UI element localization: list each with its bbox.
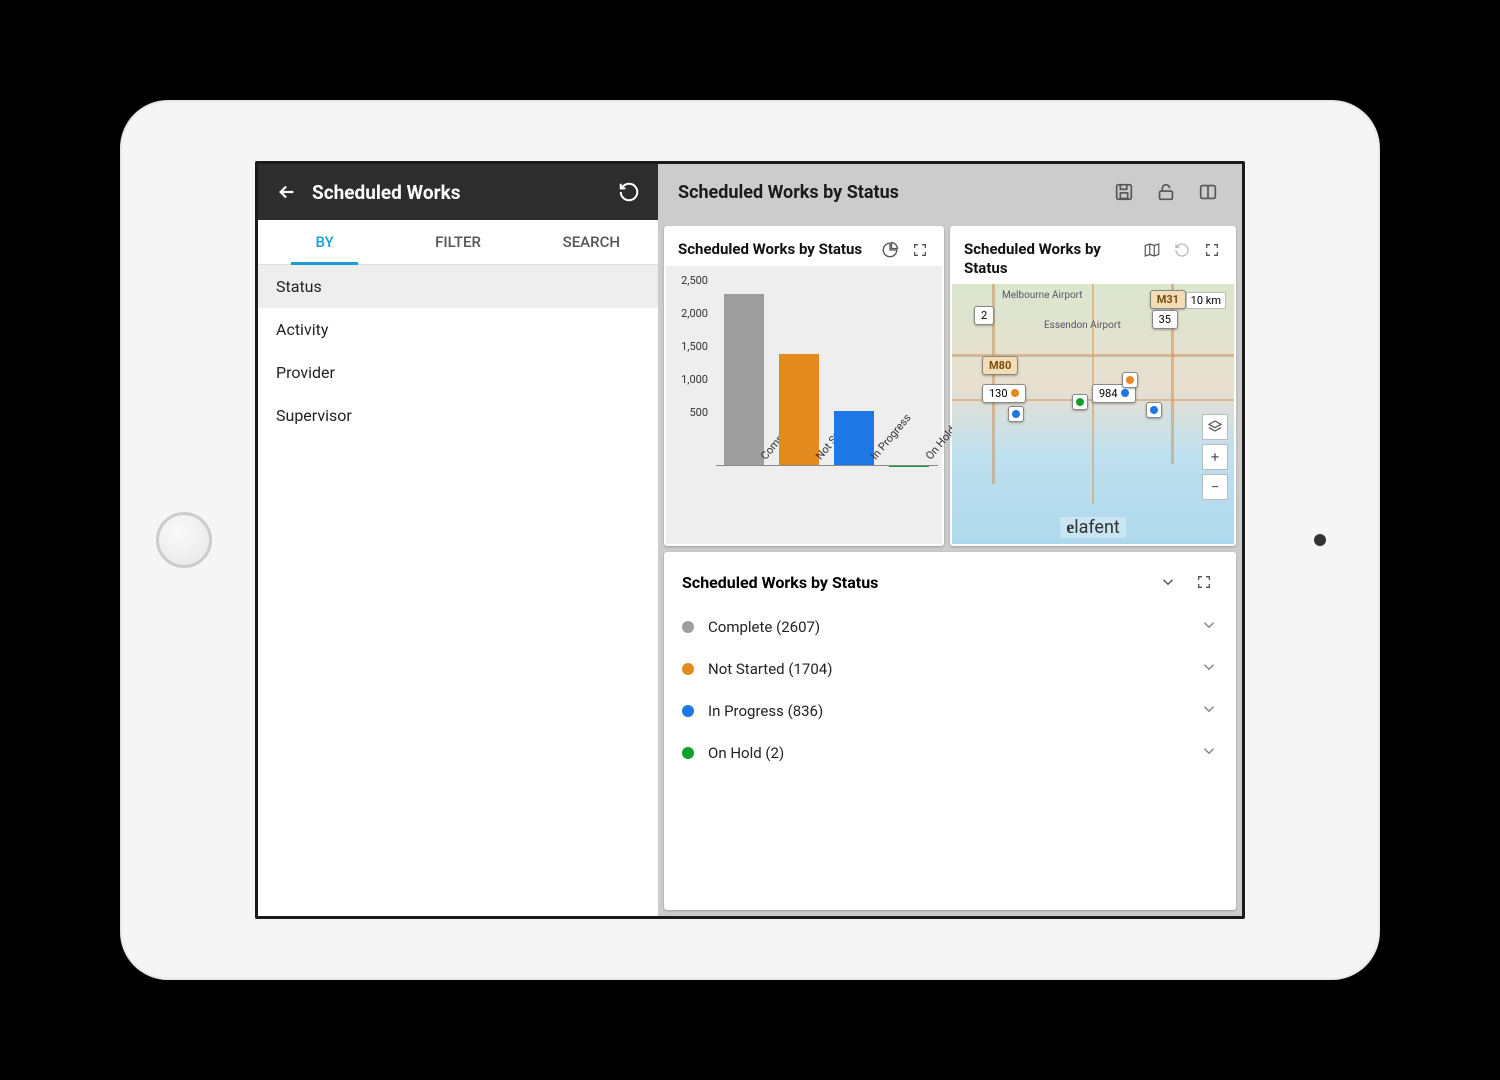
expand-map-icon[interactable] [1202, 240, 1222, 260]
chevron-down-icon [1200, 742, 1218, 764]
status-dot-icon [682, 663, 694, 675]
map-card-title: Scheduled Works by Status [964, 240, 1134, 278]
map-zoom-in-button[interactable]: + [1202, 444, 1228, 470]
left-tabs: BY FILTER SEARCH [258, 220, 658, 265]
chevron-down-icon [1200, 658, 1218, 680]
chart-ytick: 500 [668, 406, 708, 419]
tab-by[interactable]: BY [258, 220, 391, 264]
map-place-essendon: Essendon Airport [1044, 320, 1121, 331]
collapse-all-icon[interactable] [1154, 568, 1182, 596]
option-provider[interactable]: Provider [258, 351, 658, 394]
chart-bar-in-progress[interactable] [834, 411, 874, 466]
map-card: Scheduled Works by Status [950, 226, 1236, 546]
chart-card-title: Scheduled Works by Status [678, 240, 872, 259]
pie-chart-icon[interactable] [880, 240, 900, 260]
status-row-2[interactable]: In Progress (836) [664, 690, 1236, 732]
chart-bar-complete[interactable] [724, 294, 764, 466]
tab-search[interactable]: SEARCH [525, 220, 658, 264]
chart-ytick: 1,000 [668, 373, 708, 386]
left-panel: Scheduled Works BY FILTER SEARCH Status … [258, 164, 658, 916]
map-marker-35[interactable]: 35 [1152, 310, 1178, 329]
front-camera [1314, 534, 1326, 546]
map-marker-dot-blue[interactable] [1008, 406, 1024, 422]
chart-xlabel: In Progress [868, 411, 914, 462]
chart-ytick: 1,500 [668, 340, 708, 353]
map-marker-dot-blue-2[interactable] [1146, 402, 1162, 418]
option-supervisor[interactable]: Supervisor [258, 394, 658, 437]
tab-filter[interactable]: FILTER [391, 220, 524, 264]
home-button[interactable] [156, 512, 212, 568]
map-icon[interactable] [1142, 240, 1162, 260]
left-header: Scheduled Works [258, 164, 658, 220]
status-row-0[interactable]: Complete (2607) [664, 606, 1236, 648]
status-dot-icon [682, 705, 694, 717]
group-by-options: Status Activity Provider Supervisor [258, 265, 658, 437]
chart-ytick: 2,500 [668, 274, 708, 287]
chevron-down-icon [1200, 700, 1218, 722]
map-zoom-out-button[interactable]: − [1202, 474, 1228, 500]
road-badge-m31: M31 [1150, 290, 1186, 309]
top-cards-row: Scheduled Works by Status 500 1,000 1,500 2… [658, 226, 1242, 546]
tablet-frame: Scheduled Works BY FILTER SEARCH Status … [120, 100, 1380, 980]
map-place-melb-airport: Melbourne Airport [1002, 290, 1083, 301]
refresh-map-icon[interactable] [1172, 240, 1192, 260]
left-panel-title: Scheduled Works [312, 181, 460, 204]
chart-card: Scheduled Works by Status 500 1,000 1,500 2… [664, 226, 944, 546]
status-row-label: In Progress (836) [708, 702, 1200, 720]
road-badge-m80: M80 [982, 356, 1018, 375]
expand-list-icon[interactable] [1190, 568, 1218, 596]
back-arrow-icon[interactable] [276, 181, 298, 203]
split-view-icon[interactable] [1194, 178, 1222, 206]
right-panel: Scheduled Works by Status Scheduled Work… [658, 164, 1242, 916]
list-card-title: Scheduled Works by Status [682, 573, 1154, 592]
right-panel-title: Scheduled Works by Status [678, 182, 899, 203]
status-row-label: Not Started (1704) [708, 660, 1200, 678]
save-icon[interactable] [1110, 178, 1138, 206]
status-dot-icon [682, 747, 694, 759]
right-header: Scheduled Works by Status [658, 164, 1242, 220]
status-row-1[interactable]: Not Started (1704) [664, 648, 1236, 690]
refresh-icon[interactable] [618, 181, 640, 203]
map-marker-dot-green[interactable] [1072, 394, 1088, 410]
map-marker-dot-orange[interactable] [1122, 372, 1138, 388]
expand-icon[interactable] [910, 240, 930, 260]
chart-plot-area: 5001,0001,5002,0002,500CompleteNot Start… [666, 266, 942, 544]
option-status[interactable]: Status [258, 265, 658, 308]
chart-bar-not-started[interactable] [779, 354, 819, 466]
status-row-3[interactable]: On Hold (2) [664, 732, 1236, 774]
map-layers-icon[interactable] [1202, 414, 1228, 440]
status-row-label: On Hold (2) [708, 744, 1200, 762]
status-dot-icon [682, 621, 694, 633]
chart-ytick: 2,000 [668, 307, 708, 320]
map-brand-label: elafent [1060, 517, 1126, 538]
map-scale-bar: 10 km [1186, 292, 1226, 309]
status-row-label: Complete (2607) [708, 618, 1200, 636]
app-screen: Scheduled Works BY FILTER SEARCH Status … [255, 161, 1245, 919]
map-viewport[interactable]: Essendon Airport Melbourne Airport M80 M… [952, 284, 1234, 545]
option-activity[interactable]: Activity [258, 308, 658, 351]
chevron-down-icon [1200, 616, 1218, 638]
map-marker-130[interactable]: 130 [982, 384, 1026, 403]
map-marker-2[interactable]: 2 [974, 306, 994, 325]
status-list-card: Scheduled Works by Status Complete (2607… [664, 552, 1236, 910]
lock-icon[interactable] [1152, 178, 1180, 206]
